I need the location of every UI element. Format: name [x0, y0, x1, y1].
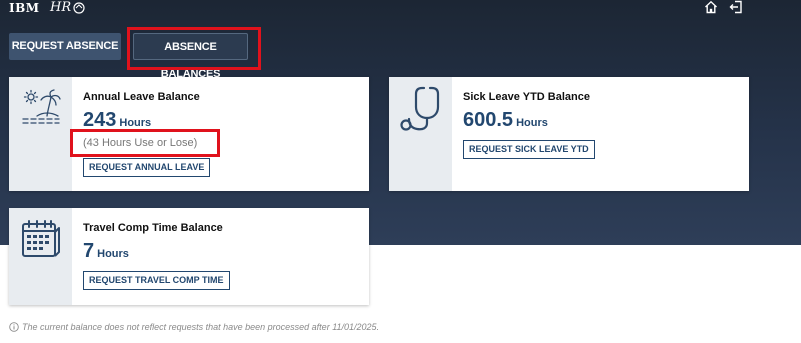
annual-leave-card: Annual Leave Balance 243 Hours (43 Hours …: [9, 77, 369, 191]
card-icon-rail: [9, 77, 72, 191]
calendar-icon: [22, 220, 60, 257]
hr-logo-mark-icon: [73, 2, 85, 14]
sick-leave-hours: 600.5: [463, 109, 514, 131]
sick-leave-card: Sick Leave YTD Balance 600.5 Hours REQUES…: [389, 77, 749, 191]
request-travel-comp-button[interactable]: REQUEST TRAVEL COMP TIME: [83, 271, 230, 290]
stethoscope-icon: [400, 86, 440, 131]
balance-disclaimer: The current balance does not reflect req…: [9, 322, 379, 332]
request-annual-leave-button[interactable]: REQUEST ANNUAL LEAVE: [83, 158, 211, 177]
highlight-absence-balances-tab: [127, 27, 261, 70]
card-icon-rail: [389, 77, 452, 191]
annual-leave-unit: Hours: [119, 117, 152, 129]
sick-leave-value: 600.5 Hours: [463, 109, 548, 132]
hr-logo-text: HR: [50, 0, 72, 15]
logout-icon[interactable]: [729, 0, 743, 14]
card-icon-rail: [9, 208, 72, 305]
travel-comp-title: Travel Comp Time Balance: [83, 222, 223, 234]
travel-comp-hours: 7: [83, 240, 95, 262]
travel-comp-value: 7 Hours: [83, 240, 129, 263]
info-icon: [9, 322, 19, 332]
tab-request-absence[interactable]: REQUEST ABSENCE: [9, 33, 121, 60]
annual-leave-title: Annual Leave Balance: [83, 91, 200, 103]
disclaimer-text: The current balance does not reflect req…: [22, 322, 380, 332]
top-bar: IBM HR: [0, 0, 801, 18]
highlight-use-or-lose: [70, 129, 220, 157]
ibm-logo: IBM: [9, 1, 40, 15]
beach-icon: [22, 89, 61, 124]
annual-leave-hours: 243: [83, 109, 117, 131]
travel-comp-unit: Hours: [97, 248, 129, 260]
home-icon[interactable]: [704, 0, 718, 14]
travel-comp-card: Travel Comp Time Balance 7 Hours REQUEST …: [9, 208, 369, 305]
sick-leave-title: Sick Leave YTD Balance: [463, 91, 590, 103]
request-sick-leave-button[interactable]: REQUEST SICK LEAVE YTD: [463, 140, 595, 159]
sick-leave-unit: Hours: [516, 117, 548, 129]
hr-logo: HR: [50, 0, 85, 15]
